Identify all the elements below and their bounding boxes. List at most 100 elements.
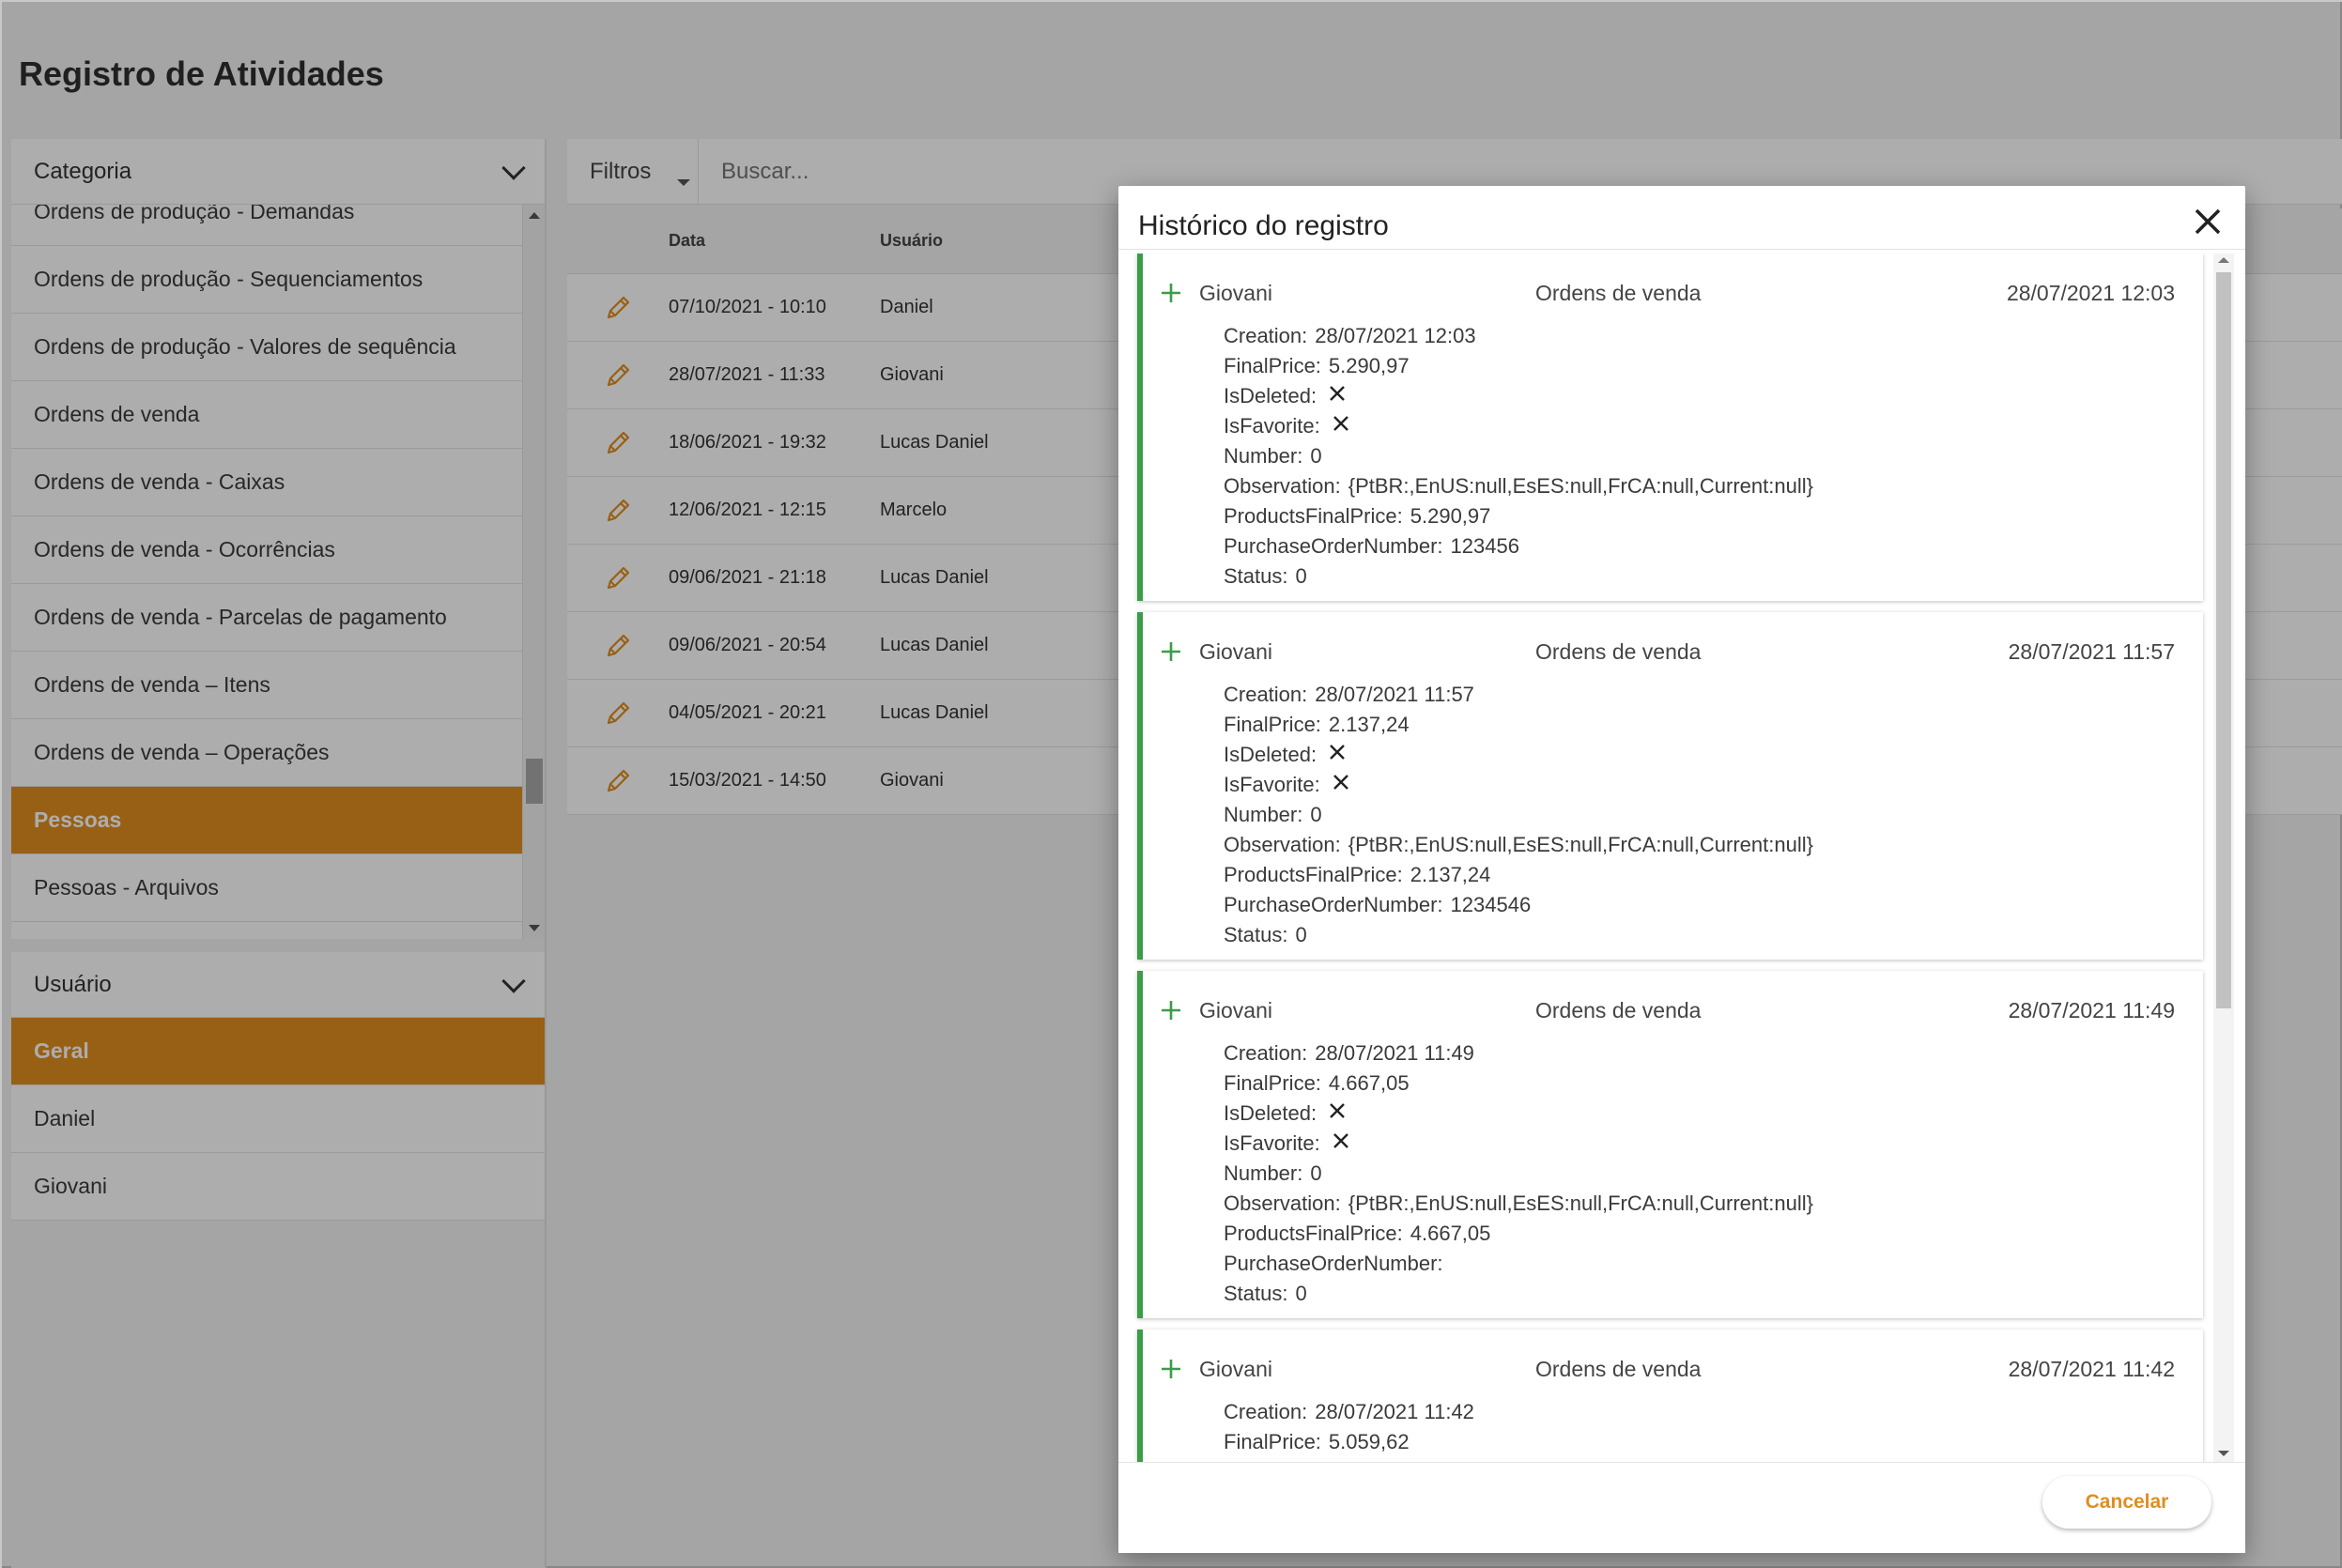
field-label: Status: <box>1224 564 1288 588</box>
field-value: 4.667,05 <box>1328 1071 1410 1095</box>
field-label: ProductsFinalPrice: <box>1224 504 1403 528</box>
field-label: Creation: <box>1224 1041 1308 1065</box>
entry-category: Ordens de venda <box>1535 280 1702 305</box>
entry-fields: Creation: 28/07/2021 11:49 FinalPrice: 4.66… <box>1143 1038 2175 1309</box>
entry-category: Ordens de venda <box>1535 1356 1702 1381</box>
history-entry-card: Giovani Ordens de venda 28/07/2021 12:03 Cr… <box>1137 254 2203 601</box>
entry-field: FinalPrice: 2.137,24 <box>1224 710 2175 740</box>
entry-field: PurchaseOrderNumber: 1234546 <box>1224 890 2175 920</box>
entry-category: Ordens de venda <box>1535 997 1702 1022</box>
entry-field: Number: 0 <box>1224 800 2175 830</box>
field-label: Observation: <box>1224 833 1341 856</box>
entry-field: Status: 0 <box>1224 920 2175 950</box>
field-label: FinalPrice: <box>1224 713 1321 736</box>
field-value: 0 <box>1310 803 1322 826</box>
entry-fields: Creation: 28/07/2021 11:57 FinalPrice: 2.13… <box>1143 680 2175 950</box>
field-value: 28/07/2021 11:57 <box>1315 683 1474 706</box>
field-value: 0 <box>1310 1161 1322 1185</box>
entry-fields: Creation: 28/07/2021 12:03 FinalPrice: 5.29… <box>1143 321 2175 592</box>
field-value: {PtBR:,EnUS:null,EsES:null,FrCA:null,Cur… <box>1348 833 1813 856</box>
entry-field: Number: 0 <box>1224 441 2175 471</box>
entry-field: IsDeleted: <box>1224 381 2175 411</box>
entry-field: IsDeleted: <box>1224 1099 2175 1129</box>
entry-field: Creation: 28/07/2021 11:57 <box>1224 680 2175 710</box>
field-label: Creation: <box>1224 683 1308 706</box>
field-value: 123456 <box>1450 534 1519 558</box>
field-value: 4.667,05 <box>1410 1222 1491 1245</box>
cross-icon <box>1320 773 1350 797</box>
cancel-button[interactable]: Cancelar <box>2042 1476 2211 1529</box>
dialog-title: Histórico do registro <box>1138 210 1389 241</box>
entry-field: ProductsFinalPrice: 5.290,97 <box>1224 501 2175 531</box>
history-list: Giovani Ordens de venda 28/07/2021 12:03 Cr… <box>1118 254 2245 1462</box>
field-label: IsDeleted: <box>1224 384 1317 407</box>
field-label: IsFavorite: <box>1224 414 1320 438</box>
entry-fields: Creation: 28/07/2021 11:42 FinalPrice: 5.05… <box>1143 1397 2175 1457</box>
entry-field: Number: 0 <box>1224 1159 2175 1189</box>
entry-field: IsFavorite: <box>1224 770 2175 800</box>
activity-log-page: Registro de Atividades Categoria Ordens … <box>0 0 2342 1568</box>
plus-icon <box>1143 640 1199 663</box>
entry-user: Giovani <box>1199 638 1272 664</box>
entry-field: FinalPrice: 4.667,05 <box>1224 1068 2175 1099</box>
cross-icon <box>1317 743 1347 767</box>
scroll-up-arrow-icon[interactable] <box>2218 257 2229 263</box>
history-scrollbar[interactable] <box>2213 254 2234 1462</box>
entry-field: Creation: 28/07/2021 11:42 <box>1224 1397 2175 1427</box>
field-value: 0 <box>1295 564 1307 588</box>
field-label: Number: <box>1224 803 1303 826</box>
entry-field: Creation: 28/07/2021 11:49 <box>1224 1038 2175 1068</box>
field-label: PurchaseOrderNumber: <box>1224 1252 1443 1275</box>
entry-field: Observation: {PtBR:,EnUS:null,EsES:null,F… <box>1224 830 2175 860</box>
field-label: Number: <box>1224 1161 1303 1185</box>
entry-timestamp: 28/07/2021 11:42 <box>2008 1356 2175 1381</box>
field-value: {PtBR:,EnUS:null,EsES:null,FrCA:null,Cur… <box>1348 1191 1813 1215</box>
field-label: Creation: <box>1224 1400 1308 1423</box>
close-icon[interactable] <box>2189 203 2226 240</box>
history-entry-header: Giovani Ordens de venda 28/07/2021 11:42 <box>1143 1350 2175 1388</box>
field-value: 0 <box>1295 1282 1307 1305</box>
field-value: 28/07/2021 12:03 <box>1315 324 1476 347</box>
field-label: FinalPrice: <box>1224 1071 1321 1095</box>
history-entry-header: Giovani Ordens de venda 28/07/2021 11:49 <box>1143 992 2175 1029</box>
entry-field: PurchaseOrderNumber: <box>1224 1249 2175 1279</box>
entry-field: PurchaseOrderNumber: 123456 <box>1224 531 2175 561</box>
field-label: Status: <box>1224 923 1288 946</box>
field-value: 5.290,97 <box>1410 504 1491 528</box>
field-label: IsFavorite: <box>1224 1131 1320 1155</box>
field-label: Observation: <box>1224 474 1341 498</box>
entry-field: ProductsFinalPrice: 2.137,24 <box>1224 860 2175 890</box>
field-value: 5.290,97 <box>1328 354 1410 377</box>
cross-icon <box>1320 414 1350 438</box>
history-entry-header: Giovani Ordens de venda 28/07/2021 12:03 <box>1143 274 2175 312</box>
dialog-header: Histórico do registro <box>1118 186 2245 250</box>
field-label: Status: <box>1224 1282 1288 1305</box>
field-label: ProductsFinalPrice: <box>1224 863 1403 886</box>
plus-icon <box>1143 1358 1199 1380</box>
entry-timestamp: 28/07/2021 11:49 <box>2008 997 2175 1022</box>
plus-icon <box>1143 282 1199 304</box>
history-scrollbar-thumb[interactable] <box>2216 272 2231 1008</box>
entry-field: Observation: {PtBR:,EnUS:null,EsES:null,F… <box>1224 471 2175 501</box>
history-entry-card: Giovani Ordens de venda 28/07/2021 11:57 Cr… <box>1137 612 2203 960</box>
field-value: 2.137,24 <box>1328 713 1410 736</box>
entry-field: Creation: 28/07/2021 12:03 <box>1224 321 2175 351</box>
field-label: ProductsFinalPrice: <box>1224 1222 1403 1245</box>
history-entry-card: Giovani Ordens de venda 28/07/2021 11:49 Cr… <box>1137 971 2203 1318</box>
field-label: PurchaseOrderNumber: <box>1224 534 1443 558</box>
entry-field: IsFavorite: <box>1224 1129 2175 1159</box>
field-label: PurchaseOrderNumber: <box>1224 893 1443 916</box>
entry-user: Giovani <box>1199 280 1272 305</box>
field-label: IsDeleted: <box>1224 743 1317 766</box>
entry-field: FinalPrice: 5.290,97 <box>1224 351 2175 381</box>
field-value: 0 <box>1295 923 1307 946</box>
field-value: 5.059,62 <box>1328 1430 1410 1453</box>
field-label: Observation: <box>1224 1191 1341 1215</box>
scroll-down-arrow-icon[interactable] <box>2218 1451 2229 1456</box>
cross-icon <box>1317 384 1347 408</box>
entry-field: FinalPrice: 5.059,62 <box>1224 1427 2175 1457</box>
field-value: 28/07/2021 11:42 <box>1315 1400 1474 1423</box>
field-value: 1234546 <box>1450 893 1532 916</box>
field-value: {PtBR:,EnUS:null,EsES:null,FrCA:null,Cur… <box>1348 474 1813 498</box>
history-entry-card: Giovani Ordens de venda 28/07/2021 11:42 Cr… <box>1137 1330 2203 1462</box>
